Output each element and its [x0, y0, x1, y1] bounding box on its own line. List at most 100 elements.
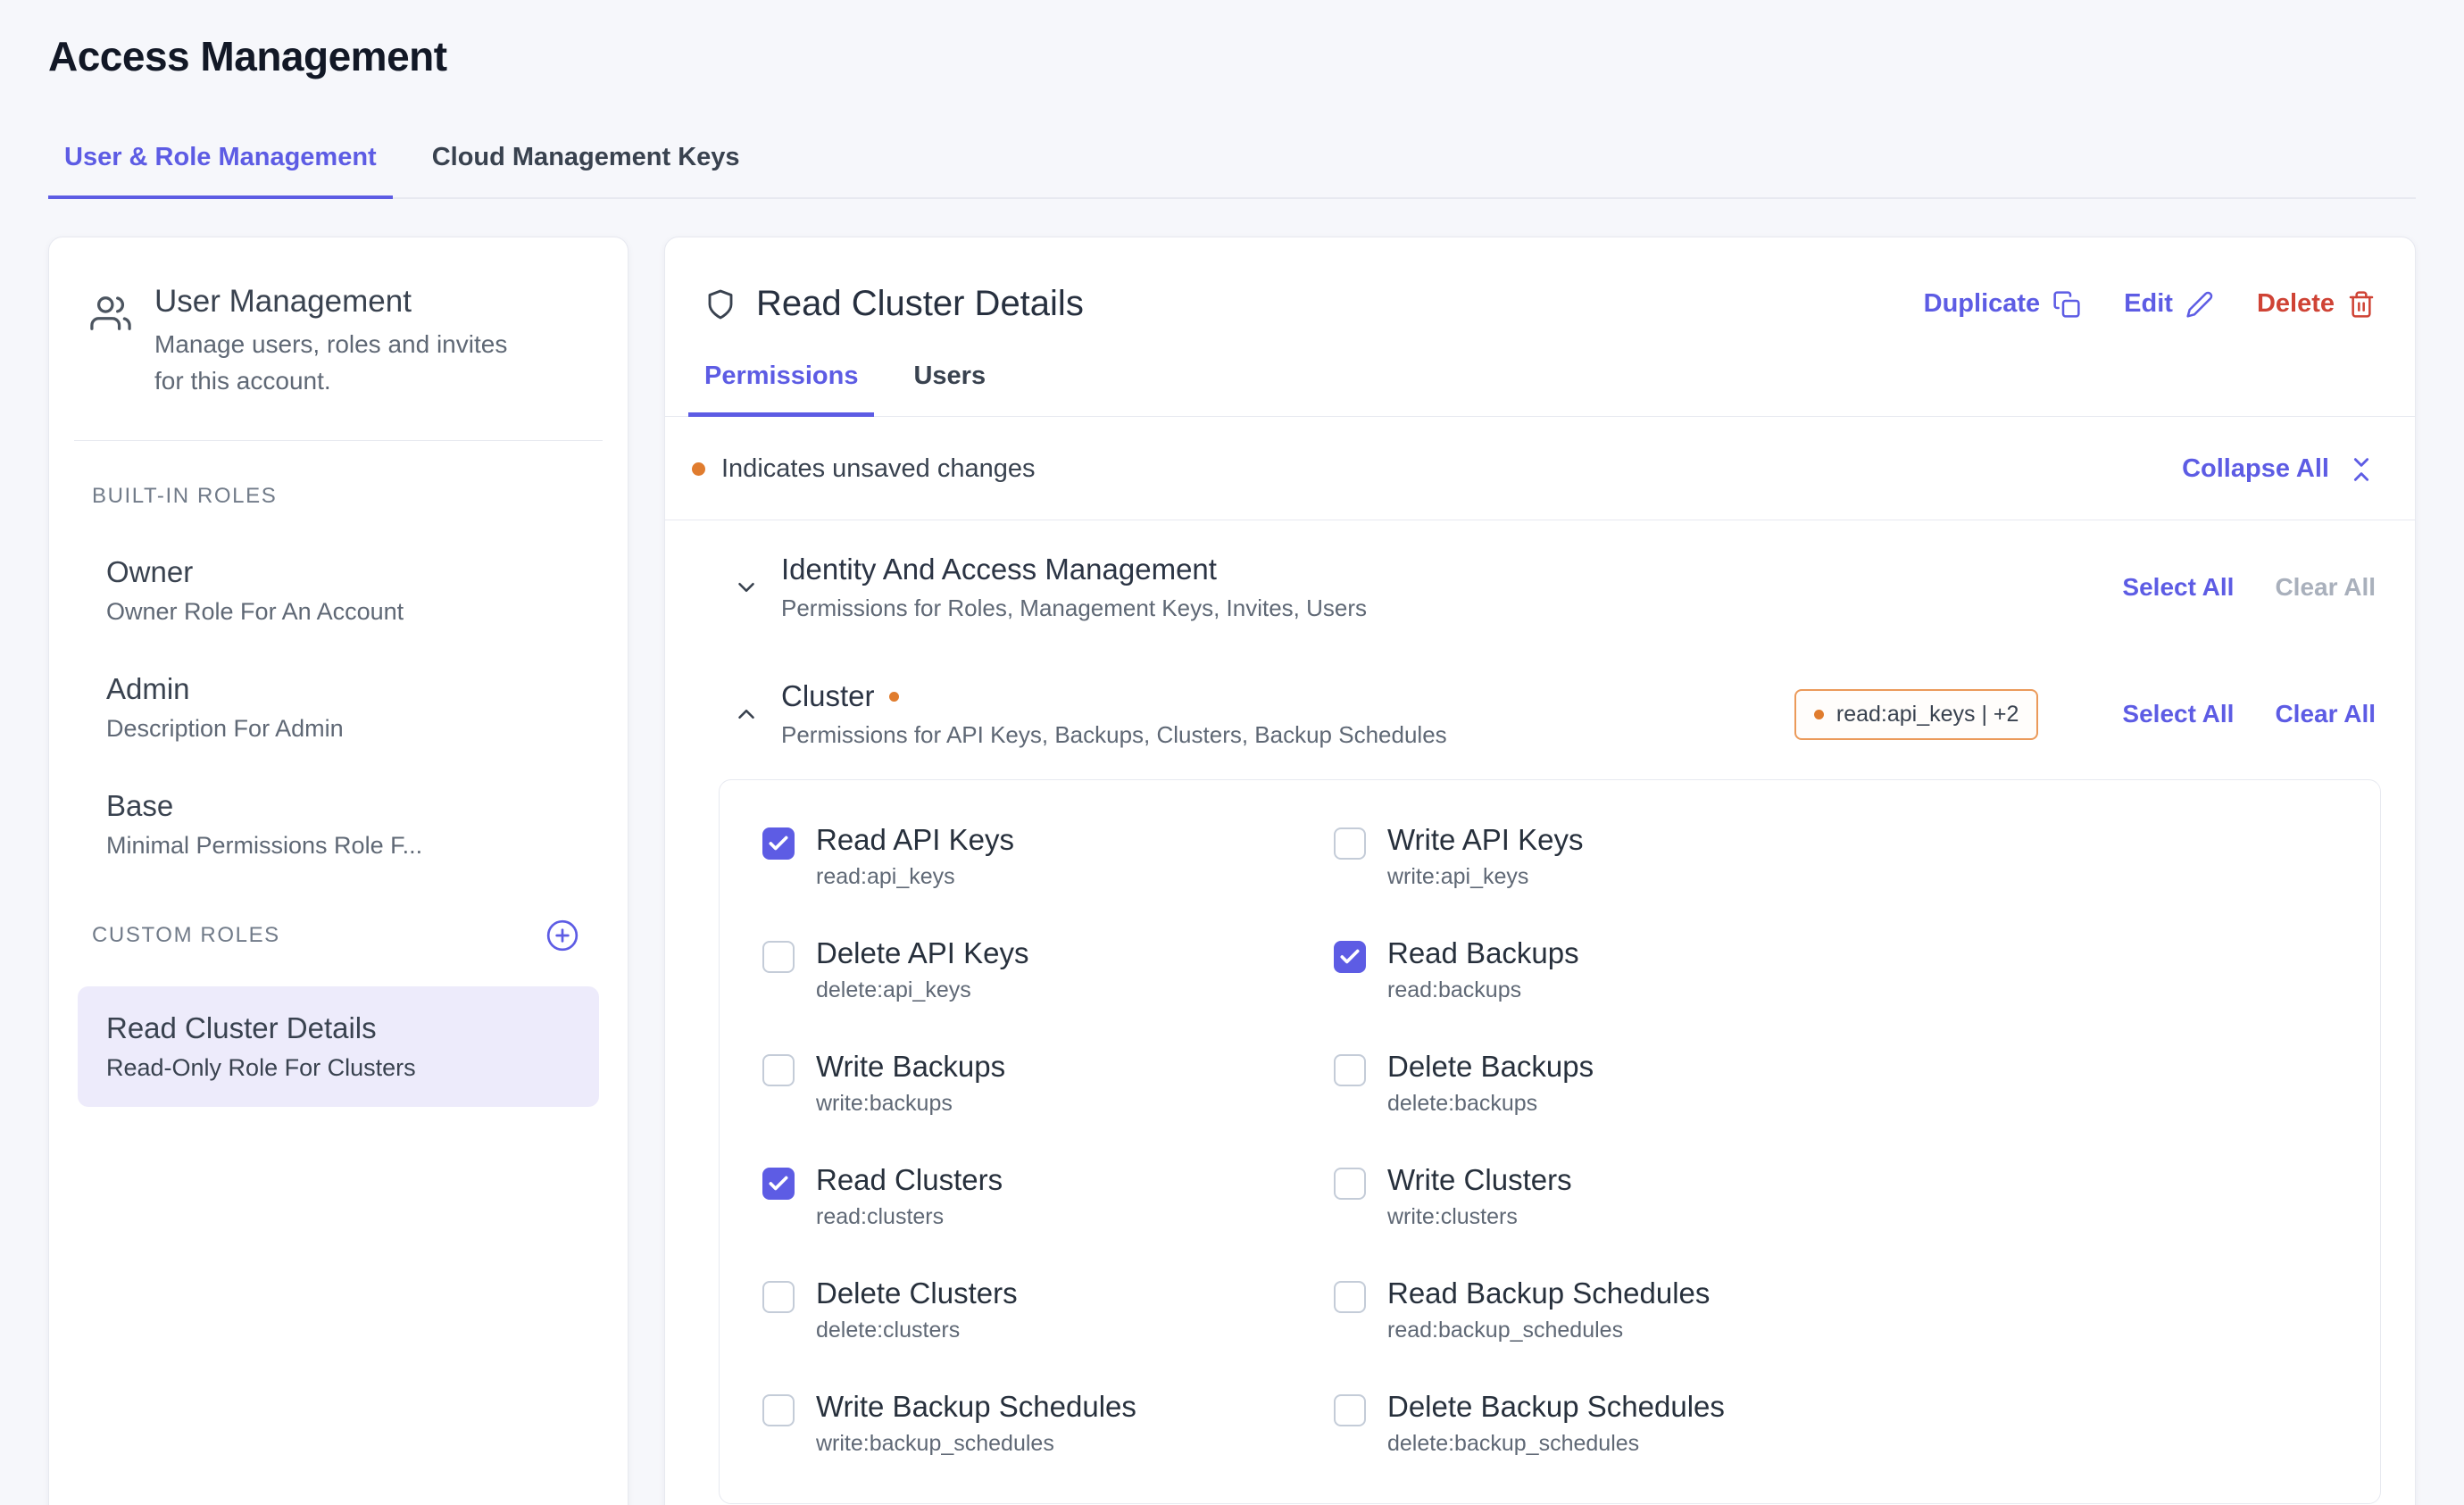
- sidebar-divider: [74, 440, 603, 441]
- permission-label: Read Backup Schedules: [1387, 1276, 1710, 1310]
- permission-delete-backups: Delete Backups delete:backups: [1334, 1050, 2337, 1117]
- permission-checkbox[interactable]: [1334, 1394, 1366, 1426]
- permission-label: Write Backup Schedules: [816, 1390, 1136, 1424]
- tab-permissions[interactable]: Permissions: [688, 362, 874, 417]
- permission-checkbox[interactable]: [762, 1281, 795, 1313]
- select-all-button[interactable]: Select All: [2122, 573, 2234, 602]
- permission-label: Delete API Keys: [816, 936, 1028, 970]
- permission-code: read:clusters: [816, 1204, 1003, 1230]
- unsaved-dot-icon: [889, 692, 899, 702]
- permission-label: Read Clusters: [816, 1163, 1003, 1197]
- role-description: Owner Role For An Account: [106, 598, 570, 626]
- page-title: Access Management: [48, 32, 2416, 80]
- permission-label: Read API Keys: [816, 823, 1014, 857]
- unfold-less-icon: [2347, 455, 2376, 484]
- clear-all-button[interactable]: Clear All: [2275, 700, 2376, 728]
- duplicate-button[interactable]: Duplicate: [1924, 289, 2082, 319]
- unsaved-dot-icon: [1814, 710, 1824, 719]
- permission-write-clusters: Write Clusters write:clusters: [1334, 1163, 2337, 1230]
- permission-code: delete:api_keys: [816, 977, 1028, 1003]
- section-cluster: Cluster Permissions for API Keys, Backup…: [665, 647, 2415, 774]
- add-custom-role-button[interactable]: [545, 919, 579, 952]
- role-detail-title: Read Cluster Details: [756, 284, 1084, 324]
- permission-checkbox[interactable]: [762, 827, 795, 860]
- content-area: User Management Manage users, roles and …: [48, 237, 2416, 1505]
- users-icon: [90, 293, 131, 334]
- permission-code: write:backups: [816, 1091, 1005, 1117]
- permission-sections: Identity And Access Management Permissio…: [665, 520, 2415, 1504]
- tab-user-role-management[interactable]: User & Role Management: [48, 143, 393, 199]
- permission-delete-clusters: Delete Clusters delete:clusters: [762, 1276, 1334, 1343]
- access-management-page: Access Management User & Role Management…: [0, 0, 2464, 1505]
- user-management-title: User Management: [154, 284, 538, 320]
- unsaved-permissions-badge-text: read:api_keys | +2: [1836, 702, 2019, 728]
- permission-label: Delete Clusters: [816, 1276, 1018, 1310]
- permission-checkbox[interactable]: [762, 1168, 795, 1200]
- section-subtitle: Permissions for Roles, Management Keys, …: [781, 595, 2101, 622]
- unsaved-dot-icon: [692, 462, 705, 476]
- section-subtitle: Permissions for API Keys, Backups, Clust…: [781, 721, 1773, 749]
- permission-checkbox[interactable]: [1334, 1281, 1366, 1313]
- role-detail-header: Read Cluster Details Duplicate Edit: [665, 237, 2415, 324]
- unsaved-changes-row: Indicates unsaved changes Collapse All: [665, 417, 2415, 520]
- clear-all-button[interactable]: Clear All: [2275, 573, 2376, 602]
- trash-icon: [2347, 290, 2376, 319]
- permission-code: delete:backup_schedules: [1387, 1431, 1725, 1457]
- sidebar-item-role-base[interactable]: Base Minimal Permissions Role F...: [49, 789, 628, 860]
- delete-button[interactable]: Delete: [2257, 289, 2376, 319]
- sidebar-item-role-owner[interactable]: Owner Owner Role For An Account: [49, 555, 628, 626]
- permission-checkbox[interactable]: [1334, 941, 1366, 973]
- section-title: Cluster: [781, 679, 875, 713]
- permission-label: Write API Keys: [1387, 823, 1583, 857]
- sidebar-item-role-read-cluster-details[interactable]: Read Cluster Details Read-Only Role For …: [78, 986, 599, 1107]
- role-detail-panel: Read Cluster Details Duplicate Edit: [664, 237, 2416, 1505]
- permission-code: read:api_keys: [816, 864, 1014, 890]
- role-name: Admin: [106, 672, 570, 706]
- check-icon: [1338, 945, 1361, 969]
- permission-write-backup-schedules: Write Backup Schedules write:backup_sche…: [762, 1390, 1334, 1457]
- permission-write-api-keys: Write API Keys write:api_keys: [1334, 823, 2337, 890]
- permission-read-api-keys: Read API Keys read:api_keys: [762, 823, 1334, 890]
- permission-checkbox[interactable]: [762, 941, 795, 973]
- user-management-description: Manage users, roles and invites for this…: [154, 327, 538, 399]
- edit-button[interactable]: Edit: [2124, 289, 2214, 319]
- permission-code: write:clusters: [1387, 1204, 1572, 1230]
- permission-read-clusters: Read Clusters read:clusters: [762, 1163, 1334, 1230]
- tab-cloud-management-keys[interactable]: Cloud Management Keys: [416, 143, 756, 199]
- top-tabs: User & Role Management Cloud Management …: [48, 143, 2416, 199]
- permission-checkbox[interactable]: [1334, 1054, 1366, 1086]
- check-icon: [767, 1172, 790, 1195]
- role-name: Base: [106, 789, 570, 823]
- permission-label: Write Clusters: [1387, 1163, 1572, 1197]
- sidebar-item-role-admin[interactable]: Admin Description For Admin: [49, 672, 628, 743]
- role-name: Read Cluster Details: [106, 1011, 570, 1045]
- permission-code: write:api_keys: [1387, 864, 1583, 890]
- chevron-down-icon[interactable]: [733, 574, 760, 601]
- permission-label: Delete Backups: [1387, 1050, 1594, 1084]
- permission-code: write:backup_schedules: [816, 1431, 1136, 1457]
- unsaved-permissions-badge: read:api_keys | +2: [1794, 689, 2039, 740]
- permission-code: delete:backups: [1387, 1091, 1594, 1117]
- collapse-all-button[interactable]: Collapse All: [2182, 454, 2376, 484]
- built-in-roles-label: BUILT-IN ROLES: [92, 484, 585, 509]
- custom-roles-label: CUSTOM ROLES: [92, 923, 280, 948]
- permission-checkbox[interactable]: [762, 1054, 795, 1086]
- shield-icon: [704, 288, 737, 320]
- permission-delete-backup-schedules: Delete Backup Schedules delete:backup_sc…: [1334, 1390, 2337, 1457]
- select-all-button[interactable]: Select All: [2122, 700, 2234, 728]
- permission-write-backups: Write Backups write:backups: [762, 1050, 1334, 1117]
- chevron-up-icon[interactable]: [733, 701, 760, 728]
- permission-code: read:backups: [1387, 977, 1579, 1003]
- permission-checkbox[interactable]: [1334, 1168, 1366, 1200]
- role-detail-tabs: Permissions Users: [665, 362, 2415, 417]
- sidebar-item-user-management[interactable]: User Management Manage users, roles and …: [49, 284, 628, 399]
- permission-checkbox[interactable]: [1334, 827, 1366, 860]
- section-identity-and-access-management: Identity And Access Management Permissio…: [665, 520, 2415, 647]
- permission-code: delete:clusters: [816, 1318, 1018, 1343]
- tab-users[interactable]: Users: [897, 362, 1002, 417]
- permission-checkbox[interactable]: [762, 1394, 795, 1426]
- section-title: Identity And Access Management: [781, 553, 1217, 586]
- cluster-permissions-panel: Read API Keys read:api_keys Write API Ke…: [719, 779, 2381, 1504]
- check-icon: [767, 832, 790, 855]
- pencil-icon: [2185, 290, 2214, 319]
